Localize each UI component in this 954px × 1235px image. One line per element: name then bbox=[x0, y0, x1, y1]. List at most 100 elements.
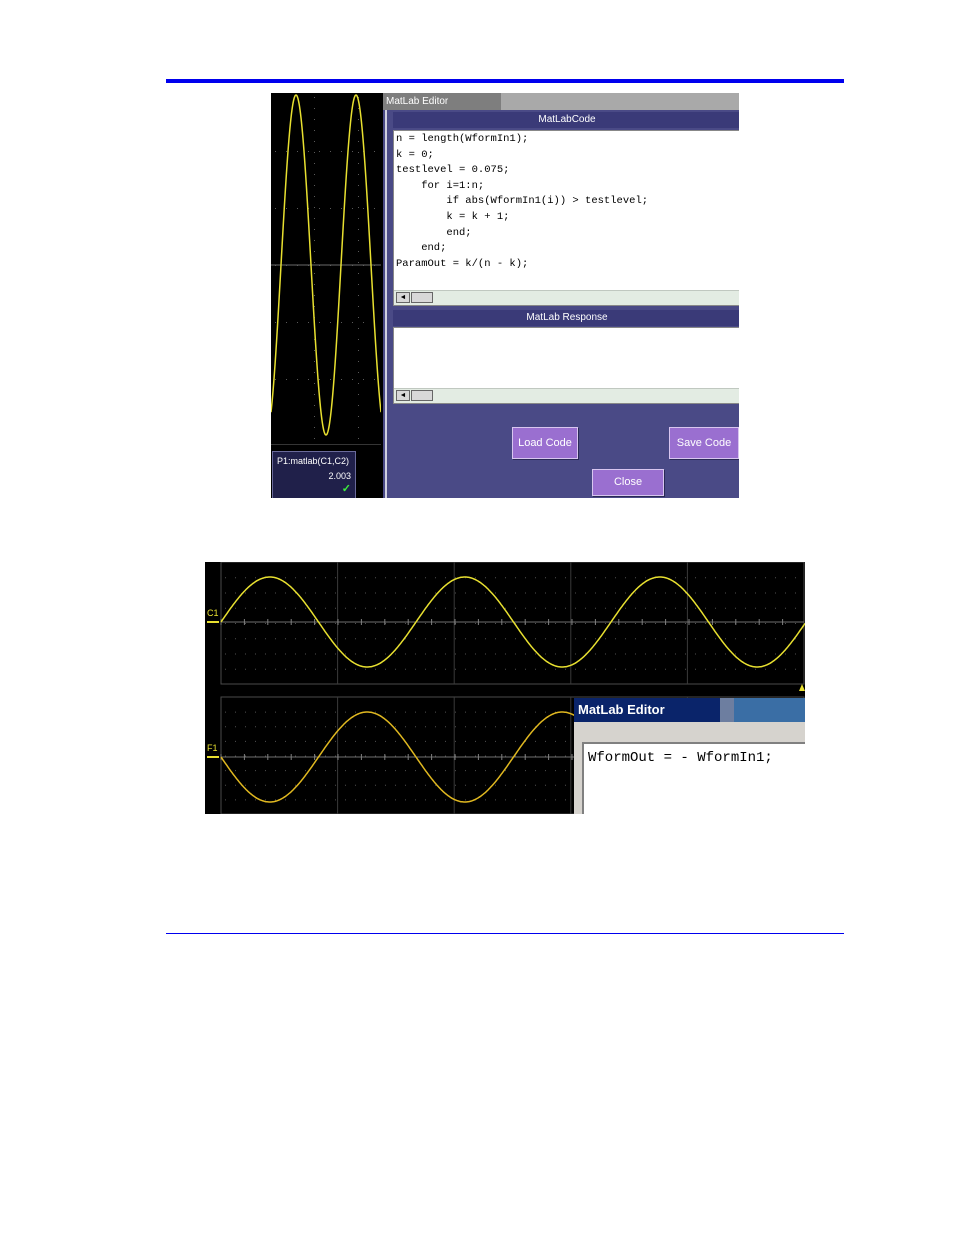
scrollbar-thumb[interactable] bbox=[411, 292, 433, 303]
top-graticule-dot bbox=[445, 623, 446, 624]
top-graticule-dot bbox=[345, 577, 346, 579]
bottom-graticule-dot bbox=[425, 711, 426, 713]
top-graticule-dot bbox=[345, 668, 346, 670]
grid-dot bbox=[363, 379, 364, 380]
top-graticule-dot bbox=[375, 668, 376, 670]
top-graticule-dot bbox=[455, 668, 456, 670]
top-graticule-dot bbox=[265, 592, 266, 594]
bottom-graticule-dot bbox=[565, 784, 566, 786]
bottom-graticule-dot bbox=[325, 726, 326, 728]
bottom-graticule-dot bbox=[405, 784, 406, 786]
code-line: testlevel = 0.075; bbox=[396, 164, 510, 177]
top-graticule-dot bbox=[645, 577, 646, 579]
grid-dot bbox=[286, 208, 287, 209]
top-graticule-dot bbox=[625, 668, 626, 670]
top-graticule-dot bbox=[285, 668, 286, 670]
top-graticule-dot bbox=[795, 623, 796, 624]
editor-titlebar[interactable]: MatLab Editor bbox=[383, 93, 739, 110]
top-graticule-dot bbox=[265, 668, 266, 670]
top-graticule-dot bbox=[345, 623, 346, 624]
bottom-graticule-dot bbox=[435, 770, 436, 772]
bottom-graticule-dot bbox=[535, 770, 536, 772]
bottom-graticule-dot bbox=[535, 784, 536, 786]
grid-dot bbox=[314, 97, 315, 98]
top-graticule-dot bbox=[575, 592, 576, 594]
save-code-button[interactable]: Save Code bbox=[669, 427, 739, 459]
bottom-graticule-dot bbox=[565, 799, 566, 801]
bottom-graticule-dot bbox=[535, 755, 536, 757]
response-textarea[interactable]: ◄ bbox=[393, 327, 739, 404]
bottom-graticule-dot bbox=[225, 799, 226, 801]
top-graticule-dot bbox=[415, 607, 416, 609]
grid-dot bbox=[314, 251, 315, 252]
top-graticule-dot bbox=[225, 668, 226, 670]
top-graticule-dot bbox=[465, 607, 466, 609]
grid-dot bbox=[358, 350, 359, 351]
bottom-graticule-dot bbox=[355, 726, 356, 728]
top-graticule-dot bbox=[495, 577, 496, 579]
param-readout[interactable]: P1:matlab(C1,C2) 2.003 ✓ bbox=[272, 451, 356, 498]
bottom-graticule-dot bbox=[245, 755, 246, 757]
grid-dot bbox=[330, 322, 331, 323]
top-graticule-dot bbox=[665, 607, 666, 609]
top-graticule-dot bbox=[525, 653, 526, 655]
bottom-graticule-dot bbox=[465, 770, 466, 772]
top-graticule-dot bbox=[715, 623, 716, 624]
bottom-graticule-dot bbox=[545, 740, 546, 742]
top-graticule-dot bbox=[335, 653, 336, 655]
scrollbar-thumb[interactable] bbox=[411, 390, 433, 401]
top-graticule-dot bbox=[765, 577, 766, 579]
bottom-graticule-dot bbox=[445, 755, 446, 757]
bottom-graticule-dot bbox=[475, 740, 476, 742]
top-graticule-dot bbox=[765, 592, 766, 594]
top-graticule-dot bbox=[705, 668, 706, 670]
top-graticule-dot bbox=[735, 653, 736, 655]
bottom-graticule-dot bbox=[505, 799, 506, 801]
top-graticule-dot bbox=[395, 638, 396, 640]
editor-titlebar[interactable]: MatLab Editor bbox=[574, 698, 805, 722]
top-graticule-dot bbox=[395, 668, 396, 670]
grid-dot bbox=[314, 350, 315, 351]
scroll-left-icon[interactable]: ◄ bbox=[396, 292, 410, 303]
grid-dot bbox=[358, 317, 359, 318]
top-graticule-dot bbox=[405, 577, 406, 579]
response-horizontal-scrollbar[interactable]: ◄ bbox=[394, 388, 739, 403]
grid-dot bbox=[297, 379, 298, 380]
top-graticule-dot bbox=[755, 638, 756, 640]
top-graticule-dot bbox=[435, 623, 436, 624]
top-graticule-dot bbox=[655, 623, 656, 624]
bottom-graticule-dot bbox=[475, 755, 476, 757]
top-graticule-dot bbox=[605, 668, 606, 670]
grid-dot bbox=[275, 151, 276, 152]
top-graticule-dot bbox=[295, 638, 296, 640]
bottom-graticule-dot bbox=[375, 711, 376, 713]
close-button[interactable]: Close bbox=[592, 469, 664, 496]
top-graticule-dot bbox=[385, 592, 386, 594]
top-graticule-dot bbox=[295, 607, 296, 609]
code-horizontal-scrollbar[interactable]: ◄ bbox=[394, 290, 739, 305]
top-graticule-dot bbox=[665, 653, 666, 655]
load-code-button[interactable]: Load Code bbox=[512, 427, 578, 459]
top-graticule-dot bbox=[625, 607, 626, 609]
grid-dot bbox=[314, 394, 315, 395]
grid-dot bbox=[352, 379, 353, 380]
top-graticule-dot bbox=[485, 638, 486, 640]
top-graticule-dot bbox=[235, 577, 236, 579]
param-value: 2.003 bbox=[328, 471, 351, 481]
grid-dot bbox=[358, 383, 359, 384]
top-graticule-dot bbox=[385, 653, 386, 655]
scroll-left-icon[interactable]: ◄ bbox=[396, 390, 410, 401]
top-graticule-dot bbox=[405, 607, 406, 609]
bottom-graticule-dot bbox=[455, 711, 456, 713]
top-graticule-dot bbox=[475, 577, 476, 579]
top-graticule-dot bbox=[495, 638, 496, 640]
top-graticule-dot bbox=[335, 668, 336, 670]
channel-label-f1: F1 bbox=[207, 743, 218, 753]
top-graticule-dot bbox=[395, 623, 396, 624]
top-graticule-dot bbox=[235, 653, 236, 655]
top-graticule-dot bbox=[775, 607, 776, 609]
code-editor-textarea[interactable]: WformOut = - WformIn1; bbox=[582, 742, 805, 814]
top-graticule-dot bbox=[265, 623, 266, 624]
top-graticule-dot bbox=[785, 638, 786, 640]
code-editor-textarea[interactable]: n = length(WformIn1); k = 0; testlevel = 0… bbox=[393, 130, 739, 306]
